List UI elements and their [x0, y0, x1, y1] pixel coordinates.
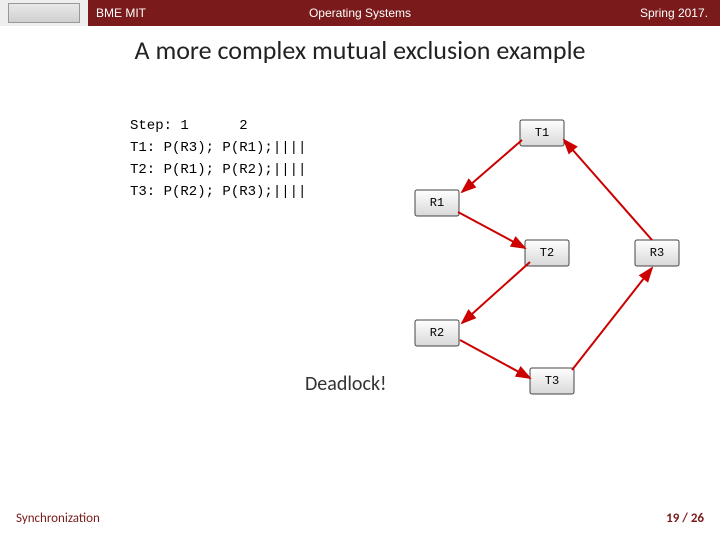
svg-text:R2: R2 — [430, 326, 444, 340]
term-label: Spring 2017. — [640, 6, 708, 20]
svg-text:R3: R3 — [650, 246, 664, 260]
step-listing: Step: 1 2 T1: P(R3); P(R1);|||| T2: P(R1… — [130, 115, 306, 203]
course-label: Operating Systems — [309, 6, 411, 20]
svg-text:T2: T2 — [540, 246, 554, 260]
edge-r1-t2 — [458, 212, 525, 248]
logo — [0, 0, 88, 26]
svg-text:R1: R1 — [430, 196, 444, 210]
node-t1: T1 — [520, 120, 564, 146]
node-r1: R1 — [415, 190, 459, 216]
footer-page: 19 / 26 — [666, 511, 704, 526]
edge-t1-r1 — [462, 140, 522, 192]
edge-r3-t1 — [564, 140, 652, 240]
node-t2: T2 — [525, 240, 569, 266]
edge-r2-t3 — [460, 340, 530, 378]
deadlock-label: Deadlock! — [305, 372, 387, 396]
header-bar: BME MIT Operating Systems Spring 2017. — [0, 0, 720, 26]
footer-section: Synchronization — [16, 511, 100, 526]
svg-text:T1: T1 — [535, 126, 549, 140]
node-r2: R2 — [415, 320, 459, 346]
dept-label: BME MIT — [96, 6, 146, 20]
node-r3: R3 — [635, 240, 679, 266]
node-t3: T3 — [530, 368, 574, 394]
edge-t3-r3 — [572, 268, 652, 370]
svg-text:T3: T3 — [545, 374, 559, 388]
page-title: A more complex mutual exclusion example — [0, 34, 720, 66]
edge-t2-r2 — [462, 262, 530, 323]
deadlock-diagram: T1 R1 T2 R3 R2 T3 — [380, 110, 700, 430]
